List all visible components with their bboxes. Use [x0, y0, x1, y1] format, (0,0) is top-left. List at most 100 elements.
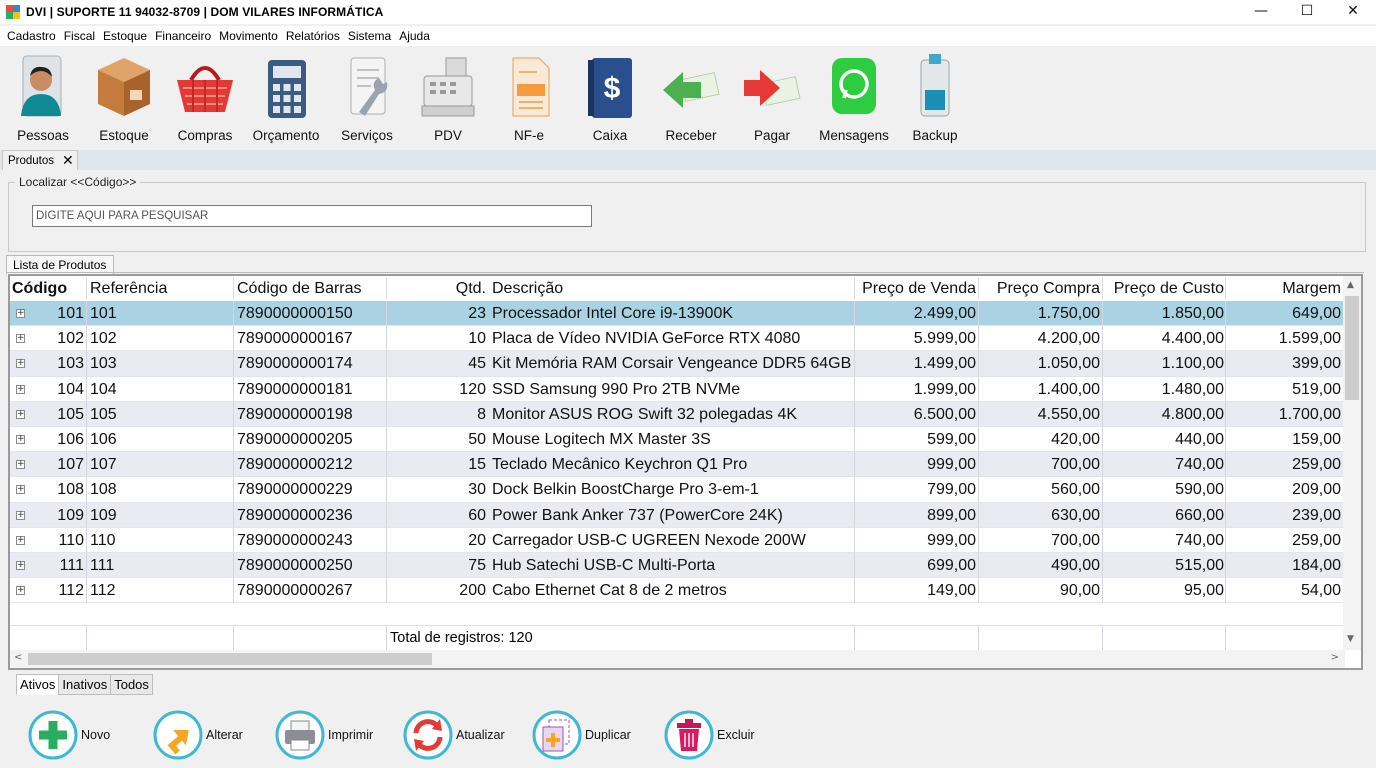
search-input[interactable] — [32, 205, 592, 227]
minimize-button[interactable]: — — [1238, 0, 1284, 22]
table-row[interactable]: +101 101 7890000000150 23 Processador Intel … — [10, 301, 1345, 327]
column-header-codigo-barras[interactable]: Código de Barras — [237, 276, 382, 301]
filter-inativos[interactable]: Inativos — [58, 674, 112, 695]
cell-divider — [978, 578, 979, 603]
cell-divider — [1102, 401, 1103, 426]
menu-estoque[interactable]: Estoque — [99, 29, 151, 43]
edit-arrow-icon — [153, 710, 203, 760]
toolbar-mensagens-button[interactable]: Mensagens — [814, 50, 894, 146]
cell-descricao: Hub Satechi USB-C Multi-Porta — [492, 557, 716, 574]
table-row[interactable]: +105 105 7890000000198 8 Monitor ASUS ROG Sw… — [10, 401, 1345, 427]
column-separator[interactable] — [233, 278, 234, 299]
vertical-scrollbar[interactable]: ▲ ▼ — [1343, 276, 1361, 650]
cell-divider — [978, 376, 979, 401]
usb-drive-icon — [920, 54, 950, 117]
toolbar-estoque-button[interactable]: Estoque — [84, 50, 164, 146]
cell-qtd: 75 — [468, 557, 486, 574]
column-separator[interactable] — [854, 278, 855, 299]
table-row[interactable]: +104 104 7890000000181 120 SSD Samsung 990 P… — [10, 376, 1345, 402]
toolbar-nfe-button[interactable]: NF-e — [489, 50, 569, 146]
table-row[interactable]: +110 110 7890000000243 20 Carregador USB-C U… — [10, 527, 1345, 553]
toolbar-label: Serviços — [341, 128, 393, 143]
column-header-preco-custo[interactable]: Preço de Custo — [1106, 276, 1224, 301]
cell-divider — [233, 527, 234, 552]
cell-divider — [86, 401, 87, 426]
column-header-preco-compra[interactable]: Preço Compra — [982, 276, 1100, 301]
menu-fiscal[interactable]: Fiscal — [60, 29, 99, 43]
cell-preco-venda: 999,00 — [927, 456, 976, 474]
menu-ajuda[interactable]: Ajuda — [395, 29, 434, 43]
toolbar-caixa-button[interactable]: $ Caixa — [570, 50, 650, 146]
close-button[interactable]: ✕ — [1330, 0, 1376, 22]
cell-descricao: Mouse Logitech MX Master 3S — [492, 431, 711, 448]
menu-cadastro[interactable]: Cadastro — [3, 29, 60, 43]
cell-referencia: 106 — [90, 431, 117, 448]
table-row[interactable]: +108 108 7890000000229 30 Dock Belkin BoostC… — [10, 477, 1345, 503]
scroll-up-icon[interactable]: ▲ — [1347, 280, 1354, 290]
toolbar-pessoas-button[interactable]: Pessoas — [3, 50, 83, 146]
cell-codigo-barras: 7890000000198 — [237, 405, 353, 423]
column-separator[interactable] — [1102, 278, 1103, 299]
menu-movimento[interactable]: Movimento — [215, 29, 282, 43]
main-toolbar: Pessoas Estoque Compras Orçamento Serviç… — [0, 48, 1376, 148]
toolbar-pagar-button[interactable]: Pagar — [732, 50, 812, 146]
column-separator[interactable] — [1225, 278, 1226, 299]
menu-financeiro[interactable]: Financeiro — [151, 29, 215, 43]
column-header-codigo[interactable]: Código — [12, 276, 82, 301]
alterar-button[interactable]: Alterar — [152, 708, 243, 762]
cell-descricao: Power Bank Anker 737 (PowerCore 24K) — [492, 506, 783, 524]
tab-close-icon[interactable]: ✕ — [62, 153, 74, 169]
table-row[interactable]: +109 109 7890000000236 60 Power Bank Anker 7… — [10, 502, 1345, 528]
toolbar-label: Caixa — [592, 128, 628, 143]
whatsapp-icon — [832, 58, 876, 114]
menu-relatorios[interactable]: Relatórios — [282, 29, 344, 43]
table-row[interactable]: +106 106 7890000000205 50 Mouse Logitech MX … — [10, 427, 1345, 453]
scroll-left-icon[interactable]: < — [14, 652, 22, 663]
table-row[interactable]: +111 111 7890000000250 75 Hub Satechi USB-C … — [10, 553, 1345, 579]
horizontal-scroll-thumb[interactable] — [28, 653, 432, 665]
table-row[interactable]: +102 102 7890000000167 10 Placa de Vídeo NVI… — [10, 326, 1345, 352]
atualizar-button[interactable]: Atualizar — [402, 708, 505, 762]
column-header-margem[interactable]: Margem — [1229, 276, 1341, 301]
filter-todos[interactable]: Todos — [110, 674, 153, 695]
toolbar-orcamento-button[interactable]: Orçamento — [246, 50, 326, 146]
cell-divider — [1225, 527, 1226, 552]
imprimir-button[interactable]: Imprimir — [274, 708, 373, 762]
cell-divider — [86, 477, 87, 502]
vertical-scroll-thumb[interactable] — [1345, 296, 1359, 400]
column-separator[interactable] — [86, 278, 87, 299]
novo-button[interactable]: Novo — [27, 708, 110, 762]
cell-divider — [978, 326, 979, 351]
filter-ativos[interactable]: Ativos — [16, 674, 60, 695]
column-separator[interactable] — [386, 278, 387, 299]
scroll-right-icon[interactable]: > — [1331, 652, 1339, 663]
column-header-preco-venda[interactable]: Preço de Venda — [858, 276, 976, 301]
excluir-button[interactable]: Excluir — [663, 708, 755, 762]
cell-codigo: 110 — [58, 531, 84, 549]
column-header-referencia[interactable]: Referência — [90, 276, 230, 301]
horizontal-scrollbar[interactable]: < > — [10, 650, 1345, 668]
column-separator[interactable] — [978, 278, 979, 299]
cell-referencia: 103 — [90, 355, 117, 373]
toolbar-backup-button[interactable]: Backup — [895, 50, 975, 146]
table-row[interactable]: +107 107 7890000000212 15 Teclado Mecânico K… — [10, 452, 1345, 478]
toolbar-receber-button[interactable]: Receber — [651, 50, 731, 146]
menu-sistema[interactable]: Sistema — [344, 29, 395, 43]
tab-produtos[interactable]: Produtos ✕ — [2, 150, 78, 170]
column-header-qtd[interactable]: Qtd. — [390, 276, 486, 301]
table-row[interactable]: +103 103 7890000000174 45 Kit Memória RAM Co… — [10, 351, 1345, 377]
grid-footer: Total de registros: 120 — [10, 625, 1345, 650]
maximize-button[interactable]: ☐ — [1284, 0, 1330, 22]
cell-descricao: Teclado Mecânico Keychron Q1 Pro — [492, 456, 748, 474]
toolbar-servicos-button[interactable]: Serviços — [327, 50, 407, 146]
column-header-descricao[interactable]: Descrição — [492, 276, 852, 301]
scroll-down-icon[interactable]: ▼ — [1347, 634, 1354, 644]
cell-divider — [978, 477, 979, 502]
cell-codigo: 106 — [57, 431, 84, 448]
cell-referencia: 110 — [90, 531, 116, 549]
toolbar-compras-button[interactable]: Compras — [165, 50, 245, 146]
cell-preco-compra: 420,00 — [1051, 431, 1100, 448]
duplicar-button[interactable]: Duplicar — [531, 708, 631, 762]
table-row[interactable]: +112 112 7890000000267 200 Cabo Ethernet Cat… — [10, 578, 1345, 604]
toolbar-pdv-button[interactable]: PDV — [408, 50, 488, 146]
